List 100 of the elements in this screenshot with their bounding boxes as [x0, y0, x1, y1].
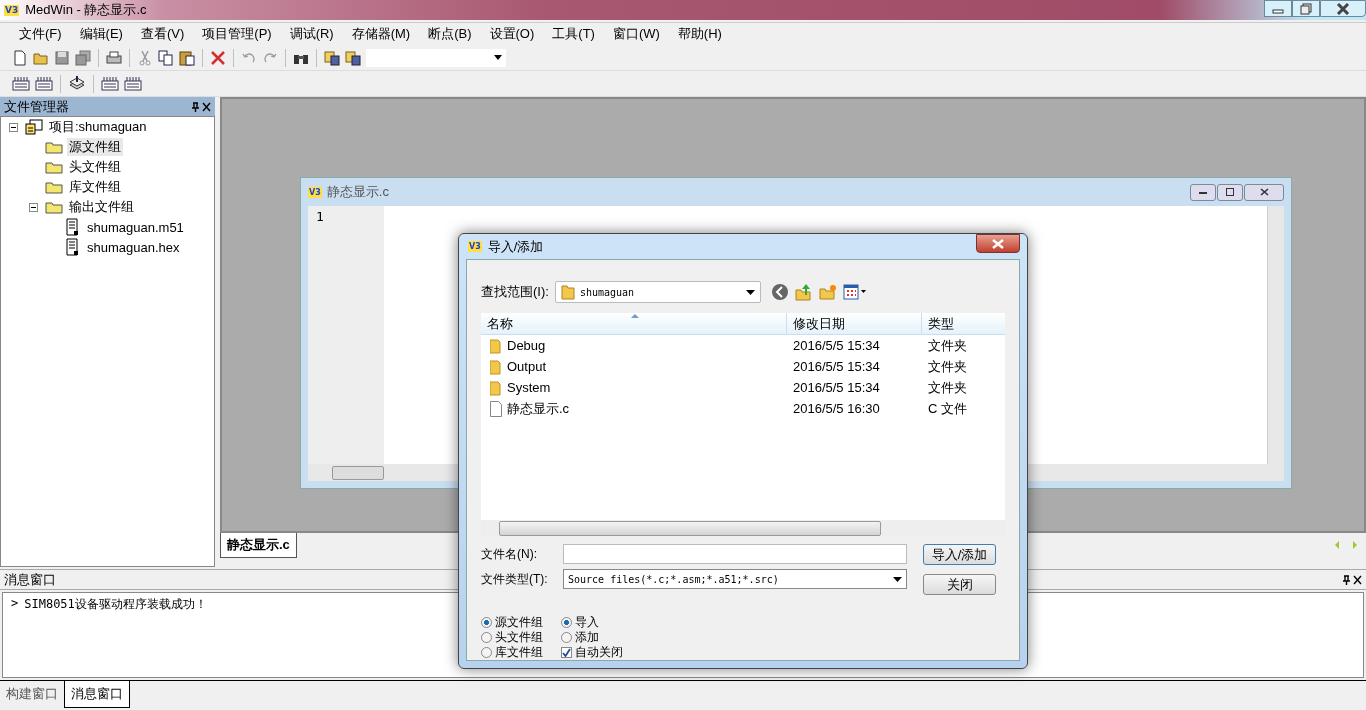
folder-icon: [490, 337, 502, 354]
delete-icon[interactable]: [210, 49, 226, 66]
menu-item[interactable]: 设置(O): [480, 25, 544, 43]
minimize-icon: [1199, 189, 1207, 195]
modified-date: 2016/5/5 15:34: [792, 379, 881, 397]
checkbox-label: 自动关闭: [575, 644, 623, 661]
menu-item[interactable]: 工具(T): [543, 25, 604, 43]
tree-item[interactable]: 头文件组: [67, 158, 123, 176]
app-logo: V3: [308, 186, 322, 198]
file-type: 文件夹: [927, 378, 968, 397]
menu-item[interactable]: 帮助(H): [668, 25, 731, 43]
file-icon: [65, 218, 81, 236]
panel-tab[interactable]: 构建窗口: [0, 681, 64, 707]
radio-button[interactable]: [561, 617, 572, 628]
file-name-field[interactable]: [563, 544, 907, 564]
file-name[interactable]: 静态显示.c: [507, 399, 570, 418]
save-icon[interactable]: [54, 49, 70, 66]
menu-item[interactable]: 文件(F): [10, 25, 71, 43]
close-button[interactable]: [1244, 183, 1284, 201]
tree-item[interactable]: shumaguan.hex: [85, 239, 182, 255]
close-icon: [992, 238, 1004, 249]
line-number: 1: [316, 209, 324, 224]
minimize-button[interactable]: [1190, 183, 1216, 201]
menu-item[interactable]: 编辑(E): [70, 25, 132, 43]
radio-button[interactable]: [561, 632, 572, 643]
look-in-dropdown[interactable]: shumaguan: [554, 281, 761, 303]
close-button[interactable]: [976, 234, 1020, 253]
folder-icon: [45, 140, 63, 154]
radio-label: 导入: [575, 614, 599, 631]
pin-close-icon[interactable]: [191, 101, 211, 112]
dialog-button[interactable]: 关闭: [923, 574, 996, 595]
app-logo: V3: [468, 241, 482, 252]
radio-button[interactable]: [481, 647, 492, 658]
radio-label: 库文件组: [495, 644, 543, 661]
menu-item[interactable]: 项目管理(P): [193, 25, 281, 43]
panel-tab[interactable]: 消息窗口: [64, 681, 130, 708]
find-in-files-icon[interactable]: [324, 49, 340, 66]
menu-item[interactable]: 断点(B): [419, 25, 481, 43]
up-folder-icon[interactable]: [794, 283, 813, 301]
project-icon: [25, 119, 43, 135]
file-name[interactable]: Debug: [507, 338, 546, 353]
radio-button[interactable]: [481, 617, 492, 628]
file-name[interactable]: Output: [507, 359, 547, 374]
dialog-button[interactable]: 导入/添加: [923, 544, 996, 565]
folder-icon: [45, 180, 63, 194]
restore-button[interactable]: [1292, 0, 1320, 17]
tree-item[interactable]: 输出文件组: [67, 198, 136, 216]
new-file-icon[interactable]: [12, 49, 28, 66]
restore-icon: [1300, 2, 1312, 15]
file-icon: [65, 238, 81, 256]
window-title: MedWin - 静态显示.c: [25, 1, 147, 19]
replace-icon[interactable]: [345, 49, 361, 66]
paste-icon[interactable]: [179, 49, 195, 66]
close-icon: [1336, 2, 1350, 15]
file-type-label: 文件类型(T):: [481, 570, 549, 588]
view-menu-icon[interactable]: [842, 284, 867, 300]
column-header[interactable]: 修改日期: [787, 313, 922, 334]
maximize-icon: [1226, 188, 1234, 196]
download-icon[interactable]: [68, 75, 86, 92]
radio-label: 添加: [575, 629, 599, 646]
step-icon[interactable]: [101, 75, 119, 92]
app-logo: V3: [4, 4, 20, 16]
folder-icon: [45, 160, 63, 174]
file-name[interactable]: System: [507, 380, 551, 395]
print-icon[interactable]: [106, 49, 122, 66]
menu-item[interactable]: 窗口(W): [603, 25, 669, 43]
message-text: SIM8051设备驱动程序装载成功！: [24, 596, 207, 613]
build-icon[interactable]: [35, 75, 53, 92]
collapse-toggle-icon[interactable]: [9, 122, 21, 132]
menu-item[interactable]: 查看(V): [131, 25, 194, 43]
tree-item[interactable]: 项目:shumaguan: [47, 118, 149, 136]
file-type-dropdown[interactable]: Source files(*.c;*.asm;*.a51;*.src): [563, 569, 907, 589]
caret-icon: [893, 576, 902, 582]
maximize-button[interactable]: [1217, 183, 1243, 201]
tree-item[interactable]: 库文件组: [67, 178, 123, 196]
collapse-toggle-icon[interactable]: [29, 202, 41, 212]
column-header[interactable]: 类型: [922, 313, 1005, 334]
back-icon[interactable]: [770, 283, 789, 301]
panel-title: 文件管理器: [4, 97, 69, 116]
editor-title: 静态显示.c: [326, 183, 389, 201]
copy-icon[interactable]: [158, 49, 174, 66]
save-all-icon[interactable]: [75, 49, 91, 66]
tree-item[interactable]: shumaguan.m51: [85, 219, 186, 235]
checkbox[interactable]: [561, 647, 572, 658]
vertical-scrollbar[interactable]: [1267, 206, 1284, 464]
radio-label: 源文件组: [495, 614, 543, 631]
file-type: 文件夹: [927, 357, 968, 376]
menu-item[interactable]: 存储器(M): [342, 25, 420, 43]
file-type: C 文件: [927, 399, 968, 418]
menu-item[interactable]: 调试(R): [280, 25, 343, 43]
run-icon[interactable]: [124, 75, 142, 92]
tree-item[interactable]: 源文件组: [67, 138, 123, 156]
radio-button[interactable]: [481, 632, 492, 643]
sort-arrow-icon: [631, 314, 639, 318]
pin-close-icon[interactable]: [1342, 574, 1362, 585]
folder-icon: [490, 358, 502, 375]
close-button[interactable]: [1320, 0, 1366, 17]
document-tab[interactable]: 静态显示.c: [220, 533, 297, 558]
folder-icon: [560, 284, 575, 300]
compile-icon[interactable]: [12, 75, 30, 92]
